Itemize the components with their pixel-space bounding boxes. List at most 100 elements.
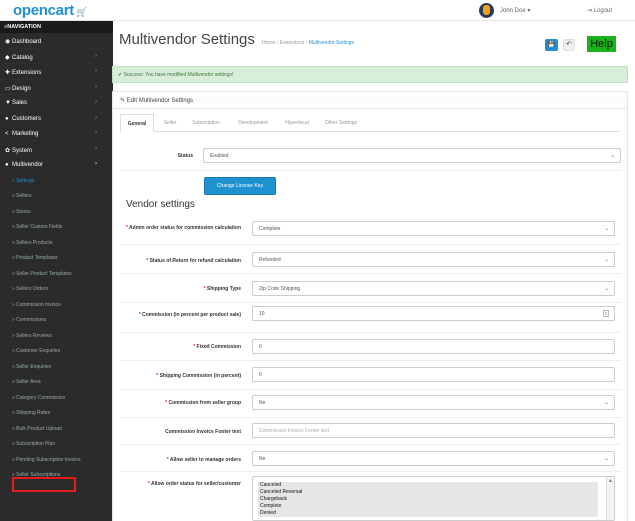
help-button[interactable]: Help bbox=[587, 36, 616, 52]
return-status-select[interactable]: Refunded ⌄ bbox=[252, 252, 615, 267]
row-divider bbox=[120, 170, 621, 171]
shipping-type-select[interactable]: Zip Code Shipping ⌄ bbox=[252, 281, 615, 296]
sidebar-item-extensions[interactable]: ✚ Extensions › bbox=[0, 64, 113, 80]
breadcrumb-extensions[interactable]: Extensions bbox=[280, 40, 304, 46]
order-status-option[interactable]: Complete bbox=[258, 503, 598, 510]
sidebar-item-customers[interactable]: ● Customers › bbox=[0, 111, 113, 126]
sidebar-item-label: Design bbox=[12, 85, 31, 92]
sidebar-item-marketing[interactable]: < Marketing › bbox=[0, 126, 113, 142]
sidebar-subitem[interactable]: » Seller Enquiries bbox=[0, 358, 113, 374]
sidebar-subitem[interactable]: » Subscription Plan bbox=[0, 436, 113, 452]
sidebar-subitem[interactable]: » Sellers Reviews bbox=[0, 327, 113, 343]
panel-heading: ✎ Edit Multivendor Settings bbox=[112, 91, 628, 109]
shipping-commission-label: * Shipping Commission (in percent) bbox=[156, 373, 241, 379]
sidebar-subitem[interactable]: » Customer Enquiries bbox=[0, 343, 113, 359]
order-status-option[interactable]: Denied bbox=[258, 510, 598, 517]
sidebar-item-multivendor[interactable]: ● Multivendor › bbox=[0, 157, 113, 173]
commission-seller-group-select[interactable]: No ⌄ bbox=[252, 395, 615, 410]
gear-icon: ✿ bbox=[5, 147, 11, 154]
allow-manage-orders-select[interactable]: No ⌄ bbox=[252, 451, 615, 466]
sidebar-subitem[interactable]: » Seller Product Templates bbox=[0, 265, 113, 281]
breadcrumb-home[interactable]: Home bbox=[262, 40, 275, 46]
chevron-down-icon: ⌄ bbox=[603, 286, 609, 292]
tab-development[interactable]: Development bbox=[232, 114, 274, 132]
breadcrumb-current[interactable]: Multivendor Settings bbox=[309, 40, 354, 46]
sidebar-item-sales[interactable]: ▼Sales › bbox=[0, 95, 113, 111]
sidebar-navigation: ≡NAVIGATION ◉ Dashboard ◆ Catalog › ✚ Extensio… bbox=[0, 21, 113, 521]
sidebar-subitem[interactable]: » Category Commission bbox=[0, 389, 113, 405]
top-header: opencart 🛒 John Doe ▾ ⇥ Logout bbox=[0, 0, 635, 21]
sidebar-subitem[interactable]: » Sellers Orders bbox=[0, 281, 113, 297]
cart-icon: 🛒 bbox=[75, 7, 87, 17]
sidebar-subitem[interactable]: » Seller Custom Fields bbox=[0, 219, 113, 235]
user-menu-toggle[interactable]: John Doe ▾ bbox=[500, 7, 530, 14]
scroll-up-icon[interactable]: ▲ bbox=[608, 478, 613, 484]
sidebar-subitem[interactable]: » Commissions bbox=[0, 312, 113, 328]
user-avatar[interactable] bbox=[479, 3, 494, 18]
sidebar-subitem[interactable]: » Bulk Product Upload bbox=[0, 420, 113, 436]
chevron-right-icon: › bbox=[95, 99, 97, 105]
row-divider bbox=[120, 332, 621, 333]
navigation-title: NAVIGATION bbox=[7, 24, 41, 30]
sidebar-subitem[interactable]: » Shipping Rates bbox=[0, 405, 113, 421]
back-button[interactable]: ↶ bbox=[563, 39, 575, 51]
admin-order-status-label: * Admin order status for commission calc… bbox=[125, 225, 241, 231]
order-status-option[interactable]: Chargeback bbox=[258, 496, 598, 503]
sidebar-item-design[interactable]: ▭Design › bbox=[0, 80, 113, 95]
row-divider bbox=[120, 444, 621, 445]
success-alert: ✔ Success: You have modified Multivendor… bbox=[112, 66, 628, 83]
tab-other-settings[interactable]: Other Settings bbox=[318, 114, 364, 132]
row-divider bbox=[120, 273, 621, 274]
sidebar-subitem[interactable]: » Stores bbox=[0, 203, 113, 219]
chevron-down-icon: ⌄ bbox=[603, 226, 609, 232]
order-status-multiselect[interactable]: Canceled Canceled Reversal Chargeback Co… bbox=[252, 476, 615, 521]
chevron-down-icon: ⌄ bbox=[603, 400, 609, 406]
breadcrumb: Home › Extensions › Multivendor Settings bbox=[262, 40, 354, 46]
sidebar-subitem[interactable]: » Settings bbox=[0, 172, 113, 188]
number-stepper[interactable]: ⇕ bbox=[603, 310, 609, 317]
row-divider bbox=[120, 389, 621, 390]
share-icon: < bbox=[5, 131, 9, 137]
sidebar-subitem[interactable]: » Sellers Products bbox=[0, 234, 113, 250]
puzzle-icon: ✚ bbox=[5, 70, 11, 76]
chevron-right-icon: › bbox=[95, 161, 97, 167]
save-button[interactable]: 💾 bbox=[545, 39, 558, 51]
sidebar-item-dashboard[interactable]: ◉ Dashboard bbox=[0, 33, 113, 49]
list-scrollbar[interactable]: ▲ bbox=[606, 477, 614, 520]
admin-order-status-select[interactable]: Complete ⌄ bbox=[252, 221, 615, 236]
invoice-footer-input[interactable]: Commission Invoice Footer text bbox=[252, 423, 615, 438]
chevron-right-icon: › bbox=[95, 145, 97, 152]
fixed-commission-input[interactable]: 0 bbox=[252, 339, 615, 354]
chevron-right-icon: › bbox=[95, 130, 97, 136]
tab-general[interactable]: General bbox=[120, 114, 154, 132]
change-license-key-button[interactable]: Change License Key bbox=[204, 177, 276, 195]
shipping-commission-input[interactable]: 0 bbox=[252, 367, 615, 382]
order-status-option[interactable]: Canceled Reversal bbox=[258, 489, 598, 496]
status-select[interactable]: Enabled ⌄ bbox=[203, 148, 621, 163]
invoice-footer-label: Commission Invoice Footer text bbox=[165, 429, 241, 435]
user-icon: ● bbox=[5, 115, 9, 122]
row-divider bbox=[120, 360, 621, 361]
sidebar-item-label: Catalog bbox=[12, 54, 33, 61]
sidebar-subitem[interactable]: » Seller Area bbox=[0, 374, 113, 390]
logout-label: Logout bbox=[593, 8, 613, 14]
sidebar-item-catalog[interactable]: ◆ Catalog › bbox=[0, 49, 113, 64]
sidebar-item-system[interactable]: ✿ System › bbox=[0, 142, 113, 157]
row-divider bbox=[120, 302, 621, 303]
sidebar-item-label: Extensions bbox=[12, 70, 42, 76]
allow-manage-orders-label: * Allow seller to manage orders bbox=[166, 457, 241, 463]
sidebar-subitem[interactable]: » Sellers bbox=[0, 188, 113, 204]
sidebar-item-label: Marketing bbox=[12, 131, 39, 137]
tab-subscription[interactable]: Subscription bbox=[186, 114, 226, 132]
opencart-logo[interactable]: opencart 🛒 bbox=[13, 2, 87, 19]
tab-seller[interactable]: Seller bbox=[158, 114, 182, 132]
chevron-right-icon: › bbox=[95, 83, 97, 90]
sidebar-subitem[interactable]: » Commission Invoice bbox=[0, 296, 113, 312]
sidebar-subitem[interactable]: » Product Templates bbox=[0, 250, 113, 266]
tab-hyperlocal[interactable]: Hyperlocal bbox=[280, 114, 314, 132]
order-status-option[interactable]: Canceled bbox=[258, 482, 598, 489]
commission-percent-input[interactable]: 10 ⇕ bbox=[252, 306, 615, 321]
monitor-icon: ▭ bbox=[5, 85, 11, 92]
sidebar-subitem[interactable]: » Pending Subscription Invoice bbox=[0, 451, 113, 467]
logout-link[interactable]: ⇥ Logout bbox=[587, 7, 612, 14]
